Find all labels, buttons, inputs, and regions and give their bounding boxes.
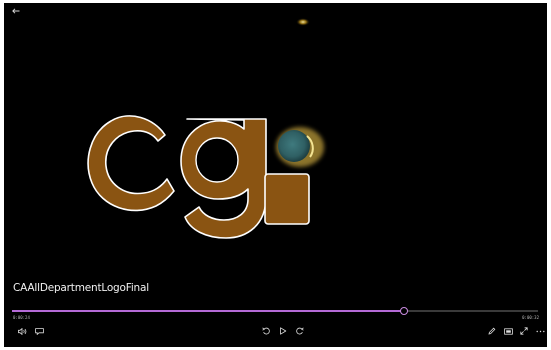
volume-icon[interactable] — [15, 324, 29, 338]
media-player-window: CAAllDepartmentLogoFinal 0:00:24 0:00:32 — [0, 0, 551, 350]
seek-bar[interactable] — [12, 307, 538, 315]
logo-letter-i — [264, 173, 310, 225]
light-spark — [296, 18, 310, 26]
video-player[interactable]: CAAllDepartmentLogoFinal 0:00:24 0:00:32 — [4, 3, 547, 347]
seek-bar-progress — [12, 310, 404, 312]
seek-bar-thumb[interactable] — [399, 307, 408, 315]
play-icon[interactable] — [276, 324, 290, 338]
glowing-orb — [276, 127, 324, 167]
fullscreen-icon[interactable] — [517, 324, 531, 338]
subtitles-icon[interactable] — [32, 324, 46, 338]
total-time: 0:00:32 — [522, 315, 539, 320]
forward-30-icon[interactable] — [292, 324, 306, 338]
video-frame — [87, 18, 324, 239]
elapsed-time: 0:00:24 — [13, 315, 30, 320]
playback-controls — [4, 324, 547, 338]
video-title: CAAllDepartmentLogoFinal — [13, 282, 149, 294]
rewind-10-icon[interactable] — [259, 324, 273, 338]
more-options-icon[interactable] — [533, 324, 547, 338]
aspect-ratio-icon[interactable] — [501, 324, 515, 338]
logo-letter-g — [180, 118, 267, 239]
logo-letter-c — [87, 115, 175, 212]
edit-pencil-icon[interactable] — [485, 324, 499, 338]
